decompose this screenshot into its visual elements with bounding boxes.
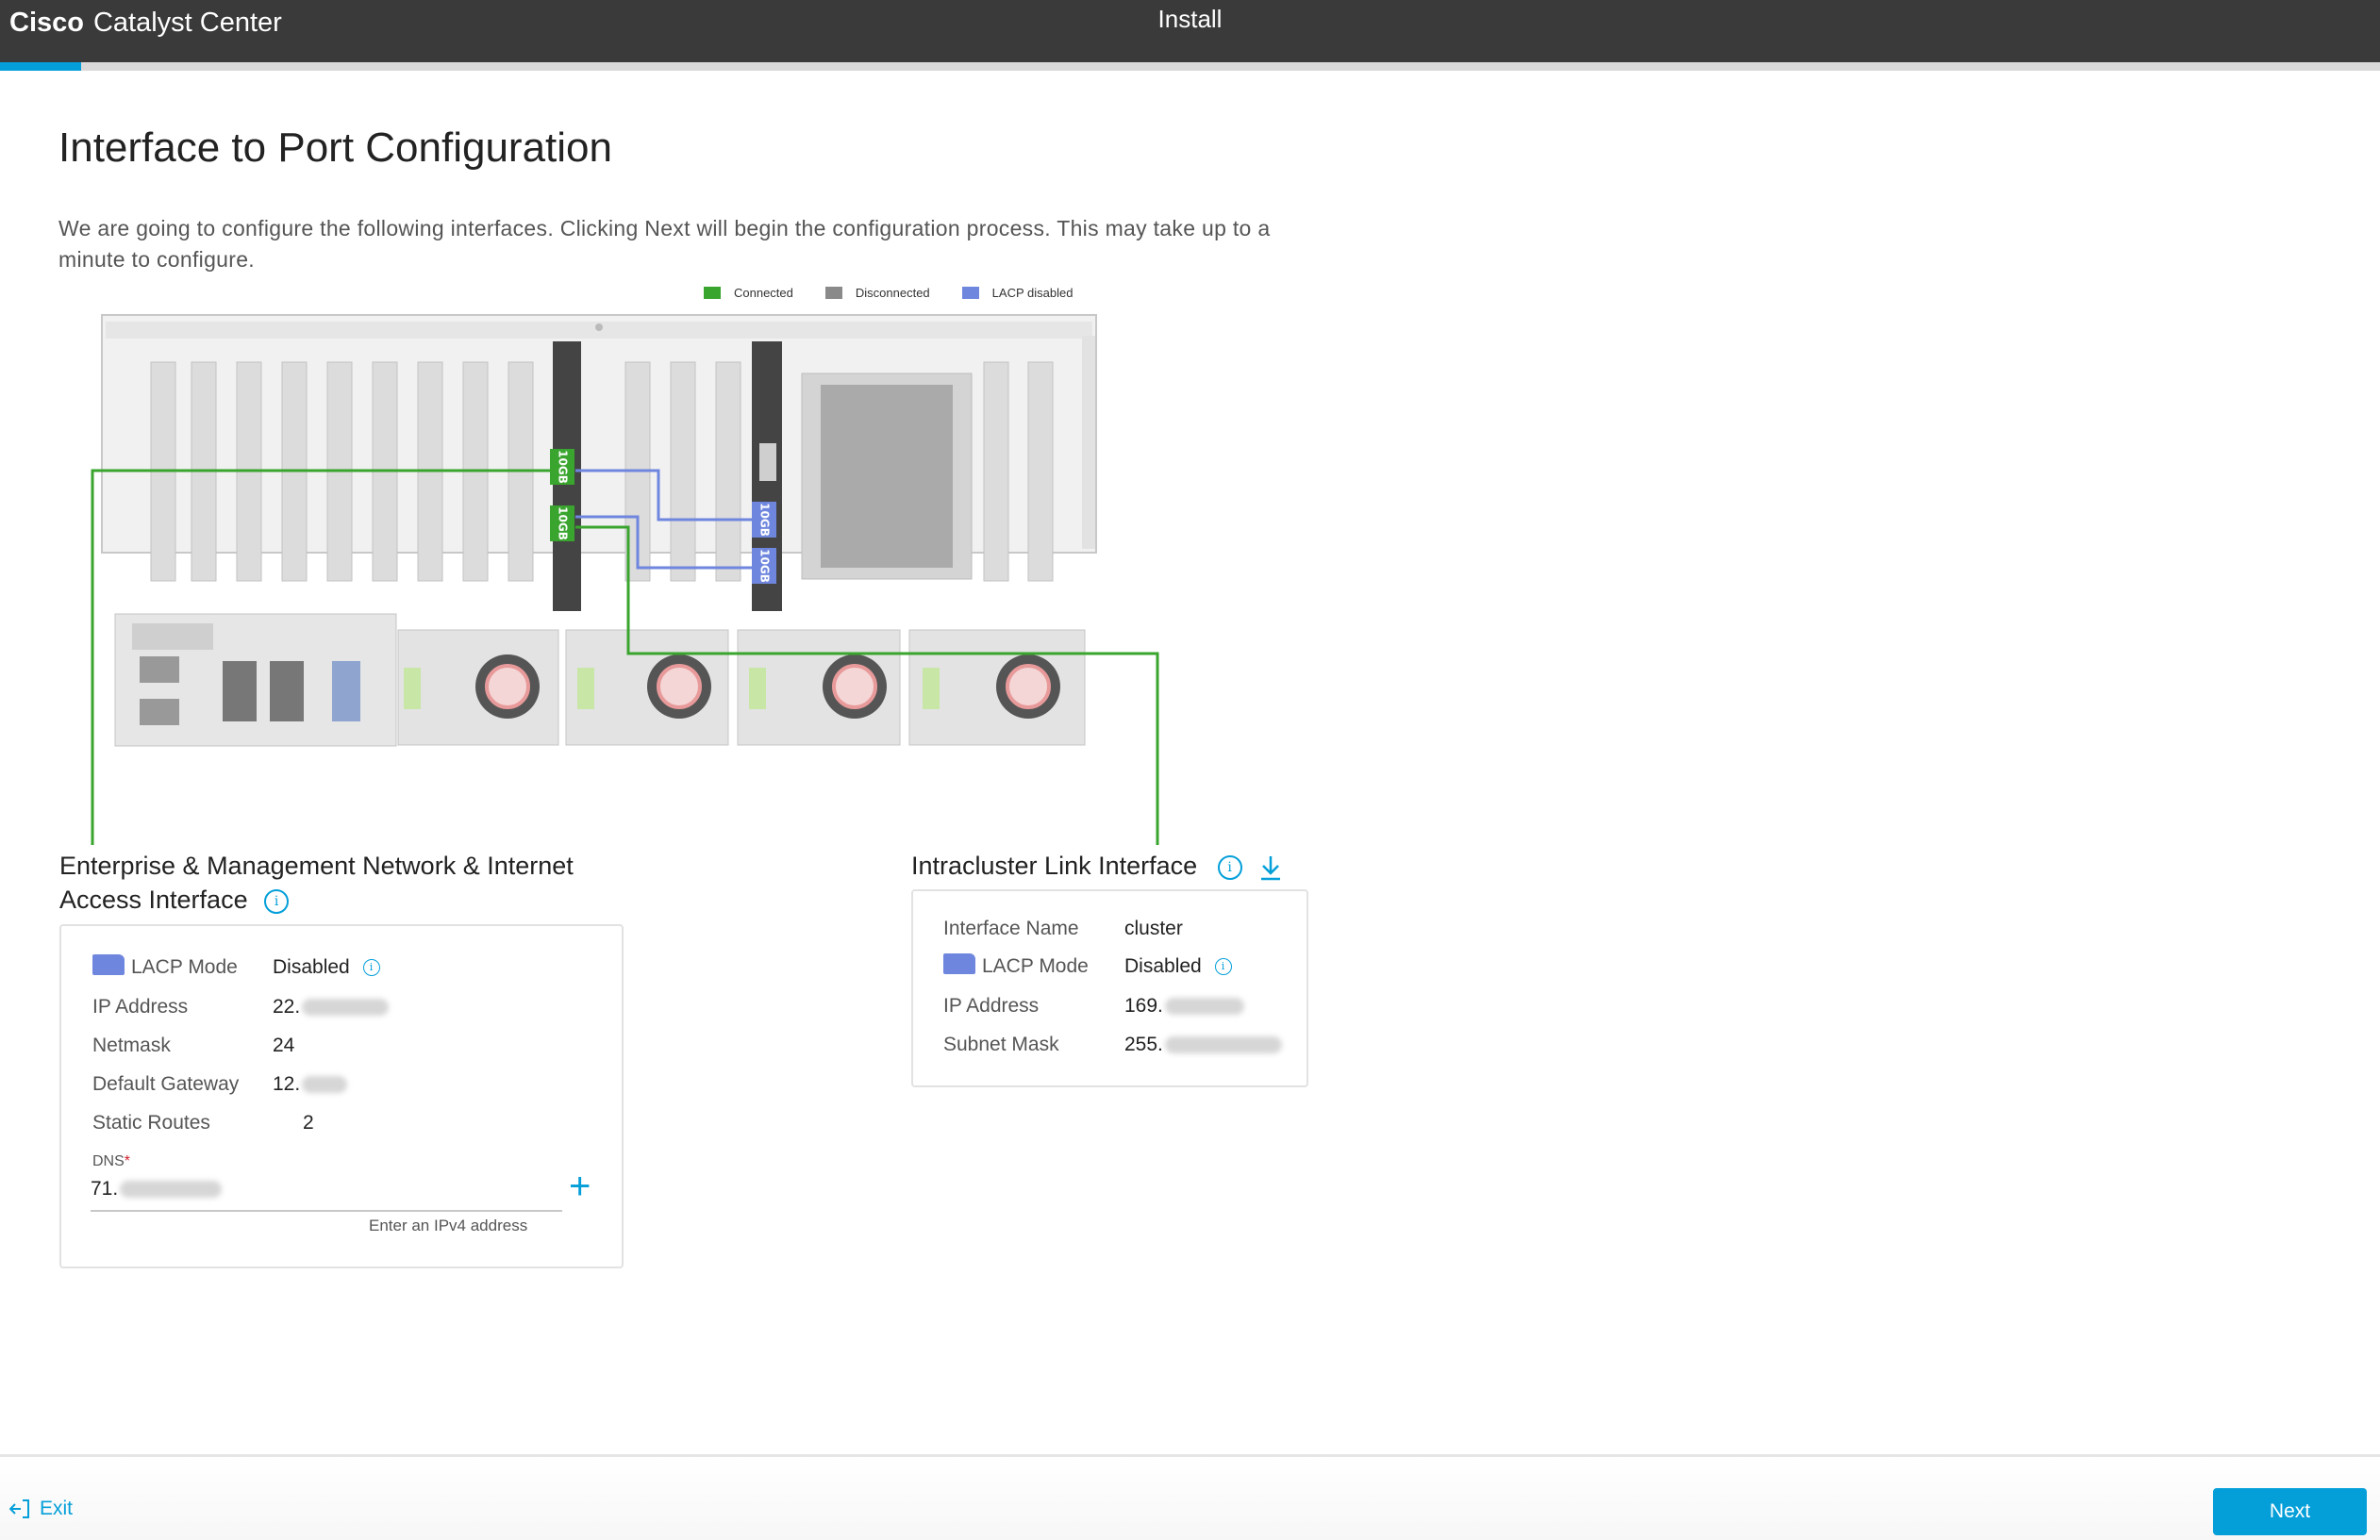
add-dns-plus-icon[interactable]: +	[569, 1167, 591, 1205]
footer-bar	[0, 1457, 2380, 1540]
subnet-mask-label: Subnet Mask	[943, 1034, 1059, 1055]
redacted-mask	[120, 1181, 223, 1199]
enterprise-title-line1: Enterprise & Management Network & Intern…	[59, 852, 574, 880]
lacp-info-icon[interactable]: i	[1214, 958, 1232, 976]
page-title: Interface to Port Configuration	[58, 124, 612, 171]
install-progress-fill	[0, 62, 81, 71]
ip-address-label: IP Address	[943, 995, 1040, 1017]
port-10gb-4: 10GB	[752, 548, 776, 584]
required-marker: *	[124, 1153, 131, 1169]
wizard-title: Install	[1157, 5, 1223, 33]
intracluster-interface-title: Intracluster Link Interface i	[911, 849, 1283, 883]
intracluster-ip-row: IP Address 169.	[943, 995, 1244, 1018]
ip-address-label: IP Address	[92, 996, 189, 1018]
port-label: 10GB	[758, 503, 772, 537]
enterprise-gateway-row: Default Gateway 12.	[92, 1073, 348, 1096]
netmask-value: 24	[273, 1035, 295, 1056]
intracluster-info-icon[interactable]: i	[1217, 854, 1242, 880]
download-icon[interactable]	[1258, 853, 1283, 882]
enterprise-routes-row: Static Routes 2	[92, 1112, 314, 1134]
port-10gb-3: 10GB	[752, 502, 776, 538]
lacp-folder-icon	[943, 953, 975, 974]
default-gateway-value: 12.	[273, 1073, 301, 1095]
static-routes-label: Static Routes	[92, 1112, 210, 1134]
enterprise-info-icon[interactable]: i	[264, 888, 290, 914]
power-supplies	[397, 629, 1086, 746]
port-10gb-1: 10GB	[550, 449, 574, 485]
install-progress-bar	[0, 62, 2380, 71]
subnet-mask-value-wrap: 255.	[1124, 1034, 1282, 1056]
intracluster-interface-card: Interface Name cluster LACP Mode Disable…	[911, 889, 1308, 1087]
redacted-mask	[302, 1076, 348, 1094]
lacp-mode-value-wrap: Disabled i	[273, 956, 380, 979]
ip-address-value-wrap: 169.	[1124, 995, 1244, 1018]
enterprise-ip-row: IP Address 22.	[92, 996, 390, 1018]
lacp-mode-value-wrap: Disabled i	[1124, 955, 1232, 978]
lacp-mode-value: Disabled	[1124, 955, 1202, 977]
appliance-rear-panel-diagram: 10GB 10GB 10GB 10GB	[91, 314, 1159, 845]
lacp-mode-value: Disabled	[273, 956, 350, 978]
ip-address-value-wrap: 22.	[273, 996, 390, 1018]
ip-address-value: 22.	[273, 996, 301, 1018]
default-gateway-label: Default Gateway	[92, 1073, 240, 1095]
page-description: We are going to configure the following …	[58, 216, 1271, 272]
port-label: 10GB	[758, 549, 772, 583]
port-10gb-2: 10GB	[550, 505, 574, 541]
intracluster-name-row: Interface Name cluster	[943, 918, 1183, 940]
enterprise-title-line2: Access Interface	[59, 886, 248, 914]
exit-icon	[9, 1499, 29, 1518]
ip-address-value: 169.	[1124, 995, 1163, 1017]
top-bar: Cisco Catalyst Center Install	[0, 0, 2380, 62]
lacp-mode-label: LACP Mode	[982, 955, 1089, 977]
exit-button[interactable]: Exit	[9, 1498, 73, 1520]
port-label: 10GB	[557, 450, 570, 484]
interface-name-label: Interface Name	[943, 918, 1079, 939]
dns-value: 71.	[91, 1178, 119, 1200]
intracluster-lacp-row: LACP Mode Disabled i	[943, 953, 1232, 978]
redacted-mask	[1164, 998, 1244, 1016]
fan-grille	[801, 373, 973, 580]
dns-label-text: DNS	[92, 1153, 125, 1169]
lacp-info-icon[interactable]: i	[362, 959, 380, 977]
redacted-mask	[302, 999, 390, 1017]
port-label: 10GB	[557, 506, 570, 540]
dns-label: DNS*	[92, 1153, 130, 1170]
enterprise-netmask-row: Netmask 24	[92, 1035, 294, 1057]
enterprise-interface-card: LACP Mode Disabled i IP Address 22. Netm…	[59, 924, 624, 1268]
subnet-mask-value: 255.	[1124, 1034, 1163, 1055]
netmask-label: Netmask	[92, 1035, 171, 1056]
io-panel	[114, 613, 397, 747]
dns-hint: Enter an IPv4 address	[369, 1217, 528, 1234]
intracluster-title-text: Intracluster Link Interface	[911, 852, 1198, 880]
redacted-mask	[1164, 1036, 1282, 1054]
exit-label: Exit	[40, 1498, 74, 1519]
interface-name-value: cluster	[1124, 918, 1183, 939]
static-routes-link[interactable]: 2	[303, 1112, 314, 1134]
enterprise-lacp-row: LACP Mode Disabled i	[92, 954, 380, 979]
enterprise-interface-title: Enterprise & Management Network & Intern…	[59, 849, 574, 917]
dns-input[interactable]: 71.	[91, 1178, 562, 1212]
default-gateway-value-wrap: 12.	[273, 1073, 348, 1096]
lacp-mode-label: LACP Mode	[131, 956, 238, 978]
enterprise-title-line2-wrap: Access Interface i	[59, 883, 574, 917]
intracluster-mask-row: Subnet Mask 255.	[943, 1034, 1282, 1056]
next-button[interactable]: Next	[2213, 1488, 2367, 1535]
lacp-folder-icon	[92, 954, 125, 975]
